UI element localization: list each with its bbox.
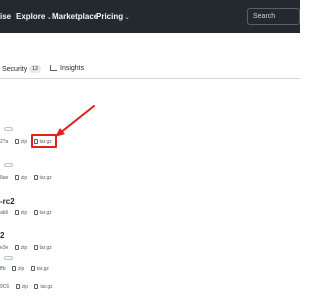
graph-icon (50, 65, 57, 71)
search-input[interactable]: Search (247, 8, 300, 25)
file-zip-icon (14, 175, 19, 180)
nav-pricing-label: Pricing (96, 12, 124, 21)
release-badge (4, 256, 13, 260)
tar-gz-download-link[interactable]: tar.gz (30, 266, 49, 272)
zip-download-link[interactable]: zip (14, 139, 28, 145)
annotation-arrow-icon (55, 105, 95, 137)
zip-download-link[interactable]: zip (11, 266, 25, 272)
tar-gz-label: tar.gz (39, 175, 52, 181)
file-zip-icon (34, 284, 39, 289)
release-tag-title[interactable]: 2 (0, 231, 4, 240)
release-assets-row: ffb zip tar.gz (0, 266, 49, 272)
commit-sha[interactable]: ab6 (0, 210, 8, 216)
zip-download-link[interactable]: zip (14, 175, 28, 181)
nav-explore[interactable]: Explore⌄ (16, 12, 52, 21)
commit-sha[interactable]: 8ae (0, 175, 8, 181)
zip-label: zip (20, 210, 28, 216)
tar-gz-download-link[interactable]: tar.gz (33, 210, 52, 216)
file-zip-icon (14, 210, 19, 215)
tar-gz-label: tar.gz (36, 266, 49, 272)
zip-label: zip (21, 284, 28, 290)
zip-label: zip (20, 175, 28, 181)
nav-marketplace-label: Marketplace (52, 12, 99, 21)
nav-explore-label: Explore (16, 12, 46, 21)
annotation-highlight-box (31, 134, 57, 148)
release-badge (4, 163, 13, 167)
file-zip-icon (33, 210, 38, 215)
release-badge (4, 127, 13, 131)
commit-sha[interactable]: 9C6 (0, 284, 9, 290)
zip-download-link[interactable]: zip (14, 245, 28, 251)
zip-label: zip (20, 245, 28, 251)
release-tag-title[interactable]: -rc2 (0, 197, 15, 206)
commit-sha[interactable]: e3e (0, 245, 8, 251)
nav-marketplace[interactable]: Marketplace (52, 12, 98, 21)
tab-security[interactable]: Security 12 (2, 65, 41, 73)
search-placeholder: Search (253, 13, 276, 20)
file-zip-icon (30, 266, 35, 271)
release-assets-row: e3e zip tar.gz (0, 245, 52, 251)
tar-gz-label: tar.gz (39, 245, 52, 251)
commit-sha[interactable]: ffb (0, 266, 5, 272)
release-assets-row: 8ae zip tar.gz (0, 175, 52, 181)
tar-gz-download-link[interactable]: tar.gz (34, 284, 53, 290)
tar-gz-download-link[interactable]: tar.gz (33, 175, 52, 181)
nav-pricing[interactable]: Pricing⌄ (96, 12, 130, 21)
tab-security-label: Security (2, 66, 28, 73)
release-assets-row: 9C6 zip tar.gz (0, 284, 53, 290)
file-zip-icon (33, 175, 38, 180)
file-zip-icon (14, 139, 19, 144)
commit-sha[interactable]: 2?a (0, 139, 8, 145)
repo-tabs: Security 12 Insights (0, 60, 300, 79)
zip-download-link[interactable]: zip (15, 284, 28, 290)
tar-gz-download-link[interactable]: tar.gz (33, 245, 52, 251)
file-zip-icon (11, 266, 16, 271)
tar-gz-label: tar.gz (40, 284, 53, 290)
tab-insights[interactable]: Insights (50, 65, 84, 72)
top-navigation-bar: ise Explore⌄ Marketplace Pricing⌄ Search (0, 0, 300, 33)
nav-enterprise-label: ise (0, 12, 12, 21)
tab-insights-label: Insights (60, 65, 85, 72)
file-zip-icon (15, 284, 20, 289)
file-zip-icon (14, 245, 19, 250)
security-count-badge: 12 (29, 65, 41, 73)
tar-gz-label: tar.gz (39, 210, 52, 216)
nav-enterprise[interactable]: ise (0, 12, 11, 21)
release-assets-row: ab6 zip tar.gz (0, 210, 52, 216)
file-zip-icon (33, 245, 38, 250)
zip-label: zip (17, 266, 25, 272)
zip-label: zip (20, 139, 28, 145)
chevron-down-icon: ⌄ (124, 14, 130, 21)
zip-download-link[interactable]: zip (14, 210, 28, 216)
